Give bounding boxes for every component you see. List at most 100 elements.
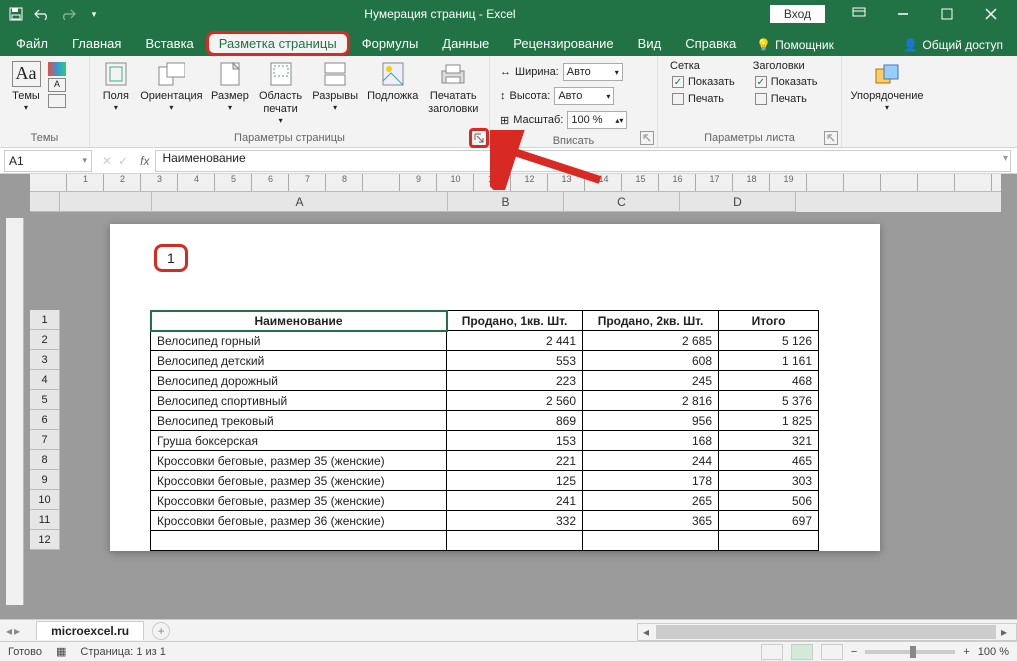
formula-input[interactable]: Наименование▾ — [155, 150, 1011, 172]
data-table[interactable]: НаименованиеПродано, 1кв. Шт.Продано, 2к… — [150, 310, 819, 551]
gridlines-view-checkbox[interactable]: ✓Показать — [670, 75, 737, 89]
select-all-corner[interactable] — [30, 192, 60, 212]
scale-launcher[interactable] — [640, 131, 654, 145]
table-row[interactable]: Кроссовки беговые, размер 36 (женские)33… — [151, 511, 819, 531]
width-dropdown[interactable]: Авто▾ — [563, 63, 623, 81]
normal-view-button[interactable] — [761, 644, 783, 660]
table-cell[interactable]: 697 — [719, 511, 819, 531]
table-cell[interactable]: 956 — [583, 411, 719, 431]
scroll-thumb[interactable] — [656, 625, 996, 639]
table-cell[interactable]: 1 161 — [719, 351, 819, 371]
table-cell[interactable]: Велосипед спортивный — [151, 391, 447, 411]
add-sheet-button[interactable]: + — [152, 622, 170, 640]
table-cell[interactable]: 168 — [583, 431, 719, 451]
table-cell[interactable]: 465 — [719, 451, 819, 471]
row-header[interactable]: 10 — [30, 490, 60, 510]
column-header-d[interactable]: D — [680, 192, 796, 212]
row-header[interactable]: 5 — [30, 390, 60, 410]
sheet-tab[interactable]: microexcel.ru — [36, 621, 144, 640]
print-titles-button[interactable]: Печатать заголовки — [423, 58, 483, 118]
scale-spinner[interactable]: 100 %▴▾ — [567, 111, 627, 129]
page-layout-view-button[interactable] — [791, 644, 813, 660]
page-break-view-button[interactable] — [821, 644, 843, 660]
table-cell[interactable]: 869 — [447, 411, 583, 431]
table-header[interactable]: Продано, 2кв. Шт. — [583, 311, 719, 331]
table-row[interactable]: Велосипед трековый8699561 825 — [151, 411, 819, 431]
sheet-options-launcher[interactable] — [824, 131, 838, 145]
tell-me[interactable]: 💡Помощник — [748, 34, 842, 56]
size-button[interactable]: Размер▾ — [207, 58, 253, 115]
table-cell[interactable]: Велосипед трековый — [151, 411, 447, 431]
table-cell[interactable] — [447, 531, 583, 551]
table-cell[interactable]: Груша боксерская — [151, 431, 447, 451]
table-cell[interactable]: Велосипед горный — [151, 331, 447, 351]
redo-icon[interactable] — [56, 2, 80, 26]
row-header[interactable]: 4 — [30, 370, 60, 390]
table-cell[interactable]: 2 685 — [583, 331, 719, 351]
tab-data[interactable]: Данные — [430, 31, 501, 56]
table-cell[interactable]: 303 — [719, 471, 819, 491]
table-cell[interactable]: 608 — [583, 351, 719, 371]
row-header[interactable]: 3 — [30, 350, 60, 370]
table-cell[interactable]: 321 — [719, 431, 819, 451]
sheet-nav-last-icon[interactable]: ▸ — [14, 624, 20, 638]
tab-review[interactable]: Рецензирование — [501, 31, 625, 56]
gridlines-print-checkbox[interactable]: Печать — [670, 92, 737, 106]
table-cell[interactable]: Кроссовки беговые, размер 36 (женские) — [151, 511, 447, 531]
macro-icon[interactable]: ▦ — [56, 645, 66, 658]
row-header[interactable]: 6 — [30, 410, 60, 430]
table-header[interactable]: Итого — [719, 311, 819, 331]
tab-home[interactable]: Главная — [60, 31, 133, 56]
name-box[interactable]: A1▾ — [4, 150, 92, 172]
row-header[interactable]: 12 — [30, 530, 60, 550]
table-cell[interactable]: 265 — [583, 491, 719, 511]
column-header-c[interactable]: C — [564, 192, 680, 212]
table-cell[interactable]: Кроссовки беговые, размер 35 (женские) — [151, 451, 447, 471]
table-cell[interactable]: 244 — [583, 451, 719, 471]
row-header[interactable]: 8 — [30, 450, 60, 470]
table-cell[interactable]: 178 — [583, 471, 719, 491]
table-row[interactable]: Велосипед спортивный2 5602 8165 376 — [151, 391, 819, 411]
table-cell[interactable]: 223 — [447, 371, 583, 391]
minimize-icon[interactable] — [883, 2, 923, 26]
table-cell[interactable] — [151, 531, 447, 551]
tab-insert[interactable]: Вставка — [133, 31, 205, 56]
table-cell[interactable]: 1 825 — [719, 411, 819, 431]
tab-help[interactable]: Справка — [673, 31, 748, 56]
zoom-in-button[interactable]: + — [963, 646, 969, 658]
page-setup-launcher[interactable] — [469, 128, 489, 148]
orientation-button[interactable]: Ориентация▾ — [138, 58, 205, 115]
maximize-icon[interactable] — [927, 2, 967, 26]
ribbon-options-icon[interactable] — [839, 2, 879, 26]
breaks-button[interactable]: Разрывы▾ — [308, 58, 362, 115]
table-cell[interactable]: Велосипед дорожный — [151, 371, 447, 391]
effects-icon[interactable] — [48, 94, 66, 108]
table-cell[interactable]: 2 441 — [447, 331, 583, 351]
table-cell[interactable]: 2 560 — [447, 391, 583, 411]
table-cell[interactable]: 241 — [447, 491, 583, 511]
row-header[interactable]: 11 — [30, 510, 60, 530]
table-row[interactable]: Кроссовки беговые, размер 35 (женские)24… — [151, 491, 819, 511]
close-icon[interactable] — [971, 2, 1011, 26]
table-cell[interactable]: 2 816 — [583, 391, 719, 411]
arrange-button[interactable]: Упорядочение▾ — [848, 58, 926, 115]
table-cell[interactable]: 553 — [447, 351, 583, 371]
table-row[interactable]: Кроссовки беговые, размер 35 (женские)12… — [151, 471, 819, 491]
table-cell[interactable]: 5 376 — [719, 391, 819, 411]
margins-button[interactable]: Поля▾ — [96, 58, 136, 115]
headings-print-checkbox[interactable]: Печать — [753, 92, 820, 106]
colors-icon[interactable] — [48, 62, 66, 76]
zoom-out-button[interactable]: − — [851, 646, 857, 658]
undo-icon[interactable] — [30, 2, 54, 26]
table-row[interactable] — [151, 531, 819, 551]
table-row[interactable]: Велосипед дорожный223245468 — [151, 371, 819, 391]
tab-view[interactable]: Вид — [626, 31, 674, 56]
fx-icon[interactable]: fx — [134, 154, 155, 168]
tab-file[interactable]: Файл — [4, 31, 60, 56]
headings-view-checkbox[interactable]: ✓Показать — [753, 75, 820, 89]
scroll-right-icon[interactable]: ▸ — [996, 625, 1012, 639]
table-row[interactable]: Кроссовки беговые, размер 35 (женские)22… — [151, 451, 819, 471]
background-button[interactable]: Подложка — [364, 58, 422, 105]
table-cell[interactable] — [583, 531, 719, 551]
expand-formula-icon[interactable]: ▾ — [1003, 153, 1008, 164]
